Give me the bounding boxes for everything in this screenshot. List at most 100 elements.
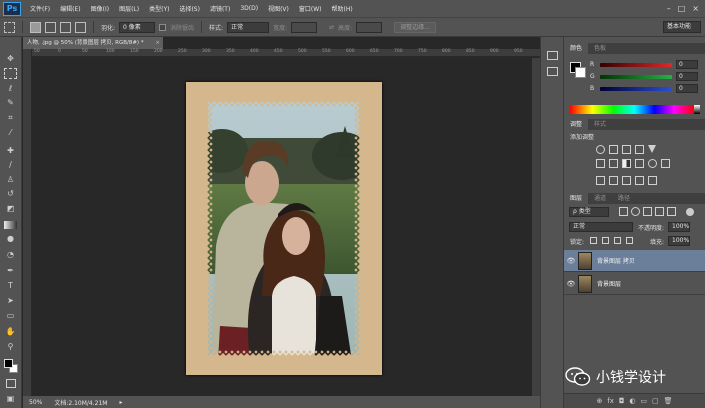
marquee-tool-icon[interactable]: [4, 68, 17, 79]
red-value[interactable]: 0: [676, 60, 698, 69]
layer-row-background[interactable]: 👁 背景图层: [564, 273, 705, 295]
menu-3d[interactable]: 3D(D): [235, 5, 263, 12]
new-adjustment-layer-icon[interactable]: ◐: [629, 397, 635, 405]
style-select[interactable]: 正常: [227, 21, 270, 33]
tab-channels[interactable]: 通道: [588, 193, 612, 204]
layer-name[interactable]: 背景图层: [597, 279, 621, 288]
move-tool-icon[interactable]: ✥: [4, 53, 17, 64]
menu-image[interactable]: 图像(I): [86, 4, 114, 13]
gradient-map-icon[interactable]: [635, 176, 644, 185]
menu-help[interactable]: 帮助(H): [327, 4, 358, 13]
brightness-icon[interactable]: [596, 145, 605, 154]
intersect-selection-icon[interactable]: [75, 21, 86, 33]
path-select-tool-icon[interactable]: ➤: [4, 295, 17, 306]
lock-transparent-icon[interactable]: [590, 237, 597, 244]
height-input[interactable]: [356, 21, 383, 33]
color-lookup-icon[interactable]: [661, 159, 670, 168]
menu-file[interactable]: 文件(F): [25, 4, 55, 13]
new-layer-icon[interactable]: ▢: [652, 397, 659, 405]
vertical-scrollbar[interactable]: [532, 58, 540, 396]
exposure-icon[interactable]: [635, 145, 644, 154]
screen-mode-icon[interactable]: ▣: [4, 393, 17, 404]
marquee-preset-icon[interactable]: [4, 21, 15, 33]
lasso-tool-icon[interactable]: ℓ: [4, 83, 17, 94]
blue-channel-slider[interactable]: B 0: [590, 84, 700, 93]
filter-type-icon[interactable]: [643, 207, 652, 216]
lock-pixels-icon[interactable]: [602, 237, 609, 244]
tab-adjustments[interactable]: 调整: [564, 119, 589, 130]
filter-smart-object-icon[interactable]: [667, 207, 676, 216]
new-group-icon[interactable]: ▭: [640, 397, 647, 405]
hue-saturation-icon[interactable]: [596, 159, 605, 168]
menu-layer[interactable]: 图层(L): [114, 4, 144, 13]
tab-swatches[interactable]: 色板: [588, 43, 612, 54]
crop-tool-icon[interactable]: ⌗: [4, 112, 17, 123]
tab-layers[interactable]: 图层: [564, 193, 589, 204]
tab-color[interactable]: 颜色: [564, 43, 589, 54]
gradient-tool-icon[interactable]: [4, 221, 17, 229]
add-selection-icon[interactable]: [45, 21, 56, 33]
swap-icon[interactable]: ⇄: [329, 24, 334, 31]
filter-pixel-icon[interactable]: [619, 207, 628, 216]
tab-paths[interactable]: 路径: [612, 193, 636, 204]
layer-row-background-copy[interactable]: 👁 背景图层 拷贝: [564, 250, 705, 272]
green-track[interactable]: [600, 74, 672, 79]
history-panel-icon[interactable]: [547, 51, 558, 60]
layer-name[interactable]: 背景图层 拷贝: [597, 256, 635, 265]
new-selection-icon[interactable]: [30, 21, 41, 33]
menu-filter[interactable]: 滤镜(T): [205, 4, 235, 13]
type-tool-icon[interactable]: T: [4, 280, 17, 291]
invert-icon[interactable]: [596, 176, 605, 185]
dodge-tool-icon[interactable]: ◔: [4, 249, 17, 260]
add-mask-icon[interactable]: ◘: [619, 397, 625, 405]
workspace-select[interactable]: 基本功能: [663, 21, 701, 33]
trash-icon[interactable]: 🗑: [664, 397, 673, 405]
eraser-tool-icon[interactable]: ◩: [4, 203, 17, 214]
fill-input[interactable]: 100%: [668, 236, 690, 246]
foreground-color-swatch[interactable]: [4, 359, 13, 368]
grayscale-ramp[interactable]: [694, 105, 700, 114]
levels-icon[interactable]: [609, 145, 618, 154]
antialias-checkbox[interactable]: [159, 23, 167, 31]
zoom-tool-icon[interactable]: ⚲: [4, 341, 17, 352]
selective-color-icon[interactable]: [648, 176, 657, 185]
blue-track[interactable]: [600, 86, 672, 91]
maximize-button[interactable]: □: [678, 4, 686, 13]
feather-input[interactable]: 0 像素: [119, 21, 156, 33]
link-layers-icon[interactable]: ⊕: [596, 397, 602, 405]
menu-type[interactable]: 类型(Y): [144, 4, 174, 13]
blue-value[interactable]: 0: [676, 84, 698, 93]
quick-select-tool-icon[interactable]: ✎: [4, 97, 17, 108]
black-white-icon[interactable]: [622, 159, 631, 168]
brush-tool-icon[interactable]: ∕: [4, 159, 17, 170]
blur-tool-icon[interactable]: ●: [4, 233, 17, 244]
filter-adjustment-icon[interactable]: [631, 207, 640, 216]
clone-stamp-tool-icon[interactable]: ♙: [4, 174, 17, 185]
fx-icon[interactable]: fx: [607, 397, 614, 405]
quick-mask-icon[interactable]: [6, 379, 16, 388]
green-channel-slider[interactable]: G 0: [590, 72, 700, 81]
lock-all-icon[interactable]: [626, 237, 633, 244]
visibility-eye-icon[interactable]: 👁: [564, 280, 578, 288]
photo-filter-icon[interactable]: [635, 159, 644, 168]
eyedropper-tool-icon[interactable]: ⁄: [4, 127, 17, 138]
lock-position-icon[interactable]: [614, 237, 621, 244]
menu-select[interactable]: 选择(S): [174, 4, 205, 13]
minimize-button[interactable]: –: [667, 4, 671, 13]
refine-edge-button[interactable]: 调整边缘...: [394, 21, 436, 33]
visibility-eye-icon[interactable]: 👁: [564, 257, 578, 265]
color-balance-icon[interactable]: [609, 159, 618, 168]
opacity-input[interactable]: 100%: [668, 222, 690, 232]
green-value[interactable]: 0: [676, 72, 698, 81]
red-track[interactable]: [600, 62, 672, 67]
color-spectrum-ramp[interactable]: [570, 105, 694, 114]
menu-edit[interactable]: 编辑(E): [55, 4, 85, 13]
layer-kind-filter[interactable]: ρ 类型: [569, 207, 609, 217]
tab-styles[interactable]: 样式: [588, 119, 612, 130]
status-menu-arrow-icon[interactable]: ▸: [119, 399, 122, 406]
filter-toggle-icon[interactable]: [686, 208, 694, 216]
menu-window[interactable]: 窗口(W): [294, 4, 327, 13]
curves-icon[interactable]: [622, 145, 631, 154]
filter-shape-icon[interactable]: [655, 207, 664, 216]
posterize-icon[interactable]: [609, 176, 618, 185]
